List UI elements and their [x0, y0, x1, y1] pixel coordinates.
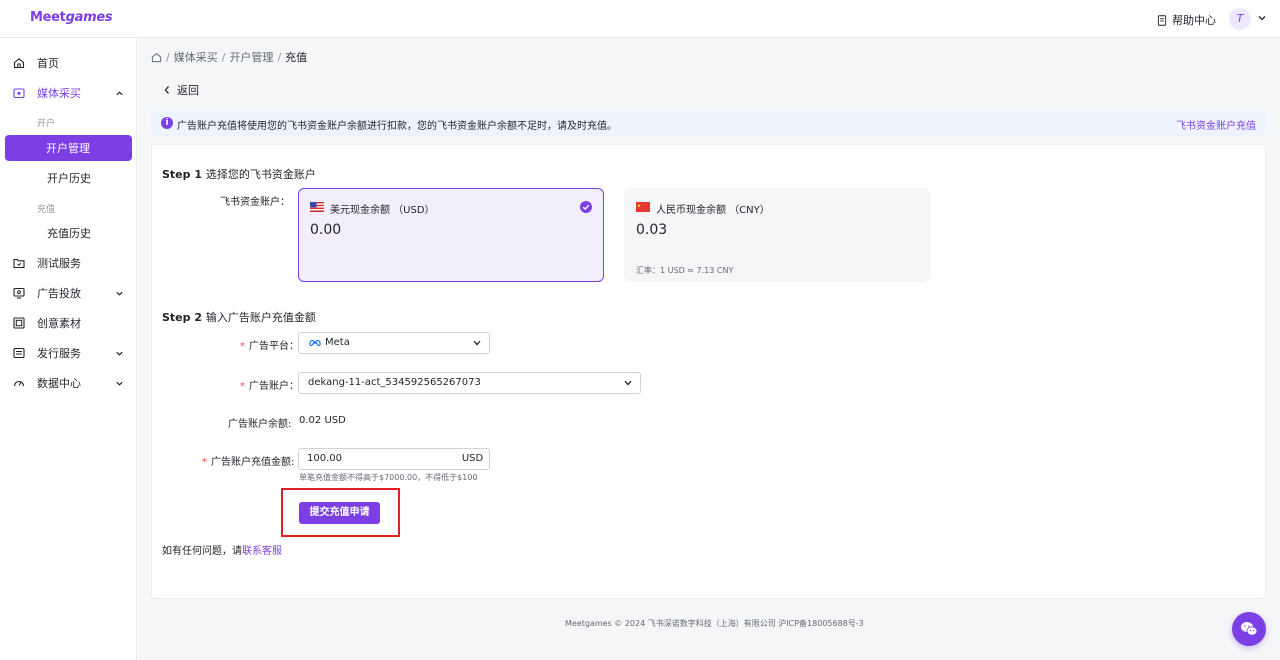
contact-support-link[interactable]: 联系客服 — [242, 546, 282, 557]
platform-value: Meta — [325, 337, 350, 348]
info-text: 广告账户充值将使用您的飞书资金账户余额进行扣款，您的飞书资金账户余额不足时，请及… — [177, 121, 617, 132]
info-icon: i — [161, 117, 173, 129]
avatar[interactable]: T — [1229, 8, 1251, 30]
breadcrumb-current: 充值 — [285, 51, 308, 64]
cn-flag-icon — [636, 202, 650, 212]
usd-account-balance: 0.00 — [310, 222, 342, 238]
step1-title: Step 1 选择您的飞书资金账户 — [162, 168, 316, 181]
home-icon[interactable] — [151, 52, 162, 63]
sidebar-item-publish[interactable]: 发行服务 — [0, 338, 137, 368]
cny-account-name: 人民币现金余额 （CNY） — [656, 205, 770, 216]
breadcrumb-item-open-manage[interactable]: 开户管理 — [229, 49, 273, 65]
exchange-rate: 汇率：1 USD ≈ 7.13 CNY — [636, 266, 734, 275]
chevron-down-icon — [116, 291, 123, 296]
breadcrumb-item-media-buy[interactable]: 媒体采买 — [174, 49, 218, 65]
contact-text: 如有任何问题，请联系客服 — [162, 546, 282, 557]
sidebar-item-recharge-history[interactable]: 充值历史 — [0, 220, 137, 246]
chevron-down-icon — [116, 351, 123, 356]
back-button[interactable]: 返回 — [163, 82, 199, 98]
usd-account-card[interactable]: 美元现金余额 （USD） 0.00 — [298, 188, 604, 282]
info-banner: i 广告账户充值将使用您的飞书资金账户余额进行扣款，您的飞书资金账户余额不足时，… — [151, 110, 1266, 136]
sidebar-item-media-buy[interactable]: 媒体采买 — [0, 78, 137, 108]
amount-input[interactable]: 100.00 — [298, 448, 457, 470]
cny-account-balance: 0.03 — [636, 222, 668, 238]
gauge-icon — [13, 380, 25, 387]
sidebar: 首页 媒体采买 开户 开户管理 开户历史 充值 充值历史 测试服务 广告投放 创… — [0, 38, 137, 660]
ad-account-value: dekang-11-act_534592565267073 — [308, 377, 481, 388]
sidebar-item-creative[interactable]: 创意素材 — [0, 308, 137, 338]
nav-group-recharge: 充值 — [37, 205, 56, 215]
amount-hint: 单笔充值金额不得高于$7000.00，不得低于$100 — [299, 473, 478, 482]
us-flag-icon — [310, 202, 324, 212]
sidebar-item-ad-delivery[interactable]: 广告投放 — [0, 278, 137, 308]
logo[interactable]: Meetgames — [30, 10, 113, 25]
document-icon — [1157, 14, 1167, 26]
check-icon — [580, 201, 592, 213]
fund-account-label: 飞书资金账户： — [220, 197, 290, 208]
meta-icon — [309, 339, 321, 347]
sidebar-item-open-manage[interactable]: 开户管理 — [5, 135, 132, 161]
media-icon — [13, 88, 25, 99]
sidebar-item-test-service[interactable]: 测试服务 — [0, 248, 137, 278]
ad-balance-value: 0.02 USD — [299, 415, 346, 426]
footer: Meetgames © 2024 飞书深诺数字科技（上海）有限公司 沪ICP备1… — [565, 619, 864, 628]
step2-title: Step 2 输入广告账户充值金额 — [162, 311, 316, 324]
help-center-link[interactable]: 帮助中心 — [1157, 12, 1216, 28]
breadcrumb: / 媒体采买 / 开户管理 / 充值 — [151, 49, 307, 65]
nav-group-open-account: 开户 — [37, 119, 56, 129]
wechat-chat-button[interactable] — [1232, 612, 1266, 646]
home-icon — [13, 58, 25, 69]
sidebar-item-open-history[interactable]: 开户历史 — [0, 165, 137, 191]
fund-recharge-link[interactable]: 飞书资金账户充值 — [1176, 117, 1256, 132]
currency-addon: USD — [456, 448, 490, 470]
folder-icon — [13, 258, 25, 269]
chevron-down-icon[interactable] — [1257, 13, 1267, 23]
usd-account-name: 美元现金余额 （USD） — [330, 205, 435, 216]
platform-label: * 广告平台： — [240, 341, 299, 352]
ad-icon — [13, 287, 25, 299]
top-bar: Meetgames 帮助中心 T — [0, 0, 1280, 38]
sidebar-item-data-center[interactable]: 数据中心 — [0, 368, 137, 398]
ad-balance-label: 广告账户余额: — [228, 419, 292, 430]
submit-recharge-button[interactable]: 提交充值申请 — [299, 502, 380, 524]
ad-account-select[interactable]: dekang-11-act_534592565267073 — [298, 372, 641, 394]
image-icon — [13, 317, 25, 329]
chevron-down-icon — [624, 380, 632, 386]
platform-select[interactable]: Meta — [298, 332, 490, 354]
chevron-up-icon — [116, 90, 123, 95]
publish-icon — [13, 347, 25, 359]
cny-account-card[interactable]: 人民币现金余额 （CNY） 0.03 汇率：1 USD ≈ 7.13 CNY — [624, 188, 930, 282]
wechat-icon — [1241, 622, 1258, 636]
sidebar-item-home[interactable]: 首页 — [0, 48, 137, 78]
chevron-left-icon — [164, 86, 169, 94]
ad-account-label: * 广告账户： — [240, 381, 299, 392]
chevron-down-icon — [473, 340, 481, 346]
chevron-down-icon — [116, 381, 123, 386]
amount-label: * 广告账户充值金额: — [202, 457, 295, 468]
